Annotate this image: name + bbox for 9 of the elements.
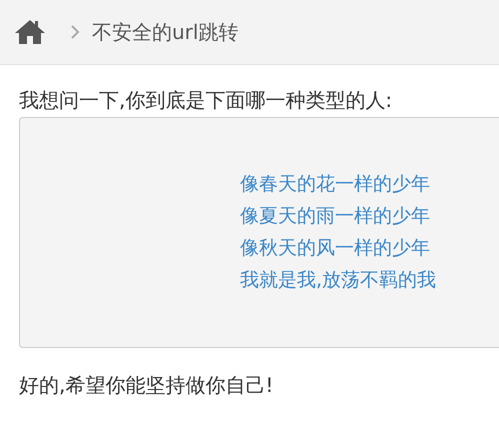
option-link[interactable]: 像秋天的风一样的少年 — [240, 232, 499, 264]
breadcrumb-current: 不安全的url跳转 — [92, 18, 238, 46]
reply-text: 好的,希望你能坚持做你自己! — [19, 372, 274, 399]
option-link[interactable]: 像春天的花一样的少年 — [240, 168, 499, 200]
option-link[interactable]: 我就是我,放荡不羁的我 — [240, 264, 499, 296]
question-text: 我想问一下,你到底是下面哪一种类型的人: — [19, 87, 394, 114]
option-link[interactable]: 像夏天的雨一样的少年 — [240, 200, 499, 232]
home-icon[interactable] — [14, 19, 46, 45]
chevron-icon — [70, 24, 80, 40]
